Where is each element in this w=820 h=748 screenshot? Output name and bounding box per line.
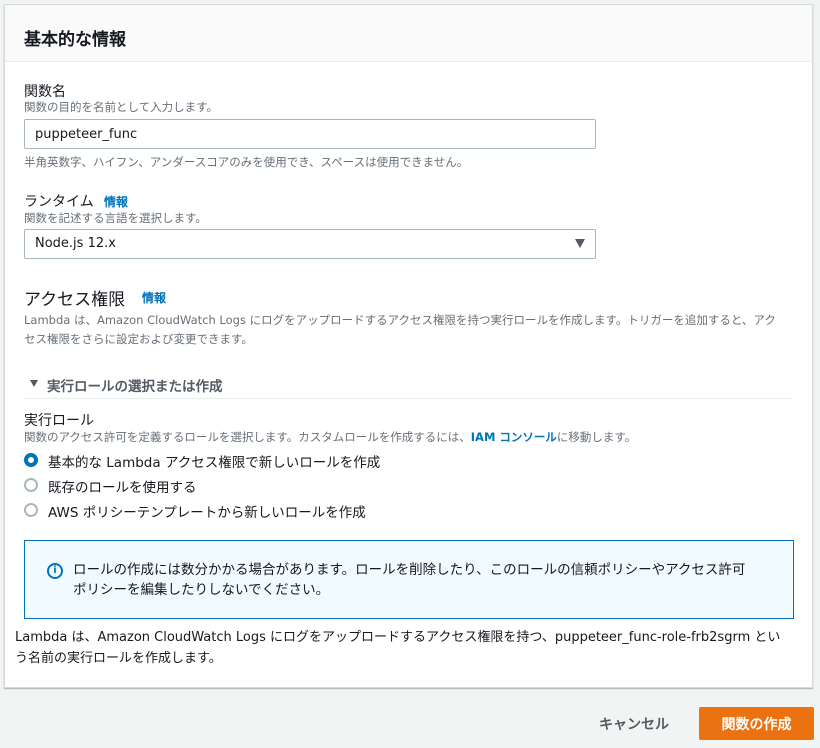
basic-info-panel: 基本的な情報 関数名 関数の目的を名前として入力します。 半角英数字、ハイフン、… <box>4 4 813 688</box>
radio-label: 基本的な Lambda アクセス権限で新しいロールを作成 <box>48 455 381 471</box>
radio-label: 既存のロールを使用する <box>48 480 197 496</box>
radio-button[interactable] <box>24 478 38 492</box>
panel-title: 基本的な情報 <box>24 30 126 50</box>
function-name-input[interactable] <box>24 119 596 149</box>
radio-button[interactable] <box>24 503 38 517</box>
panel-header: 基本的な情報 <box>5 5 812 62</box>
alert-text-line2: ポリシーを編集したりしないでください。 <box>73 582 330 598</box>
permissions-title: アクセス権限 <box>24 290 126 310</box>
execution-role-expander[interactable]: 実行ロールの選択または作成 <box>24 371 792 399</box>
runtime-description: 関数を記述する言語を選択します。 <box>24 211 207 225</box>
radio-button-checked[interactable] <box>24 453 38 467</box>
caret-down-icon <box>30 380 38 387</box>
role-creation-note: Lambda は、Amazon CloudWatch Logs にログをアップロ… <box>15 627 805 669</box>
alert-text: ロールの作成には数分かかる場合があります。ロールを削除したり、このロールの信頼ポ… <box>73 560 783 600</box>
execution-role-label: 実行ロール <box>24 413 94 429</box>
caret-down-icon <box>575 239 585 248</box>
role-creation-note-line2: う名前の実行ロールを作成します。 <box>15 651 222 666</box>
info-alert: i ロールの作成には数分かかる場合があります。ロールを削除したり、このロールの信… <box>24 540 794 619</box>
alert-text-line1: ロールの作成には数分かかる場合があります。ロールを削除したり、このロールの信頼ポ… <box>73 562 746 578</box>
radio-label: AWS ポリシーテンプレートから新しいロールを作成 <box>48 505 366 521</box>
permissions-description-line2: セス権限をさらに設定および変更できます。 <box>24 332 253 346</box>
runtime-selected-value: Node.js 12.x <box>35 236 116 251</box>
create-function-button[interactable]: 関数の作成 <box>699 707 814 740</box>
expander-label: 実行ロールの選択または作成 <box>47 379 223 395</box>
cancel-button[interactable]: キャンセル <box>584 708 684 740</box>
runtime-select[interactable]: Node.js 12.x <box>24 229 596 259</box>
runtime-info-link[interactable]: 情報 <box>104 193 128 210</box>
runtime-label: ランタイム <box>24 194 94 210</box>
execution-role-description-text: 関数のアクセス許可を定義するロールを選択します。カスタムロールを作成するには、 <box>24 430 471 444</box>
function-name-description: 関数の目的を名前として入力します。 <box>24 100 219 114</box>
permissions-info-link[interactable]: 情報 <box>142 289 166 306</box>
iam-console-link[interactable]: IAM コンソール <box>471 430 557 444</box>
execution-role-description: 関数のアクセス許可を定義するロールを選択します。カスタムロールを作成するには、I… <box>24 429 636 445</box>
function-name-label: 関数名 <box>24 84 66 100</box>
info-icon: i <box>47 563 63 579</box>
function-name-hint: 半角英数字、ハイフン、アンダースコアのみを使用でき、スペースは使用できません。 <box>24 155 469 169</box>
execution-role-description-suffix: に移動します。 <box>556 430 637 444</box>
role-creation-note-line1: Lambda は、Amazon CloudWatch Logs にログをアップロ… <box>15 630 781 645</box>
permissions-description-line1: Lambda は、Amazon CloudWatch Logs にログをアップロ… <box>24 313 776 327</box>
